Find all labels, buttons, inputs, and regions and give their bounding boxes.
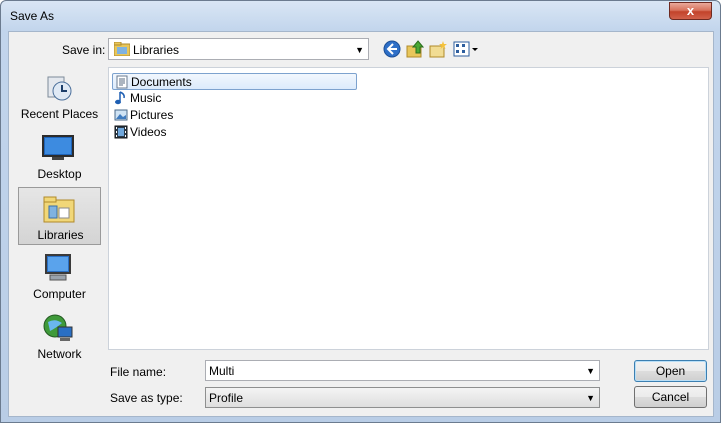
places-bar: Recent Places Desktop Libraries Computer…	[16, 67, 102, 361]
place-network[interactable]: Network	[18, 307, 101, 365]
pictures-icon	[114, 109, 128, 121]
save-in-dropdown[interactable]: Libraries ▼	[108, 38, 369, 60]
dialog-body: Save in: Libraries ▼ Recent Places Deskt…	[8, 31, 714, 417]
save-in-label: Save in:	[62, 43, 106, 57]
file-label: Documents	[131, 75, 192, 89]
file-name-value: Multi	[209, 364, 235, 378]
libraries-icon	[43, 196, 75, 223]
close-button[interactable]: x	[669, 2, 712, 20]
save-in-value: Libraries	[133, 43, 180, 57]
chevron-down-icon: ▼	[586, 393, 595, 403]
recent-places-icon	[47, 76, 72, 101]
list-item-music[interactable]: Music	[112, 90, 357, 107]
videos-icon	[114, 125, 128, 139]
file-label: Videos	[130, 125, 167, 139]
window-title: Save As	[10, 9, 55, 23]
up-folder-icon[interactable]	[406, 40, 424, 58]
open-button[interactable]: Open	[634, 360, 707, 382]
file-label: Pictures	[130, 108, 174, 122]
file-list[interactable]: Documents Music Pictures Videos	[108, 67, 709, 350]
place-label: Libraries	[37, 228, 84, 242]
place-libraries[interactable]: Libraries	[18, 187, 101, 245]
cancel-button[interactable]: Cancel	[634, 386, 707, 408]
place-label: Recent Places	[20, 107, 99, 121]
desktop-icon	[42, 135, 74, 160]
list-item-videos[interactable]: Videos	[112, 124, 357, 141]
chevron-down-icon[interactable]: ▼	[586, 366, 595, 376]
save-as-type-label: Save as type:	[110, 391, 183, 405]
network-icon	[43, 314, 73, 341]
save-as-dialog: Save As x Save in: Libraries ▼ Recent Pl…	[0, 0, 721, 423]
new-folder-icon[interactable]	[429, 40, 447, 58]
place-computer[interactable]: Computer	[18, 247, 101, 305]
place-recent-places[interactable]: Recent Places	[18, 67, 101, 125]
file-name-field[interactable]: Multi ▼	[205, 360, 600, 381]
libraries-folder-icon	[114, 42, 130, 56]
list-item-documents[interactable]: Documents	[112, 73, 357, 90]
chevron-down-icon: ▼	[355, 45, 364, 55]
place-desktop[interactable]: Desktop	[18, 127, 101, 185]
title-bar[interactable]: Save As x	[1, 1, 720, 29]
music-icon	[115, 91, 125, 105]
back-icon[interactable]	[383, 40, 401, 58]
save-as-type-dropdown[interactable]: Profile ▼	[205, 387, 600, 408]
place-label: Computer	[33, 287, 86, 301]
view-menu-icon[interactable]	[453, 40, 479, 58]
place-label: Network	[37, 347, 82, 361]
file-label: Music	[130, 91, 162, 105]
computer-icon	[45, 254, 71, 281]
save-as-type-value: Profile	[209, 391, 244, 405]
file-name-label: File name:	[110, 365, 167, 379]
place-label: Desktop	[37, 167, 82, 181]
list-item-pictures[interactable]: Pictures	[112, 107, 357, 124]
close-icon: x	[686, 3, 695, 18]
documents-icon	[116, 75, 128, 89]
